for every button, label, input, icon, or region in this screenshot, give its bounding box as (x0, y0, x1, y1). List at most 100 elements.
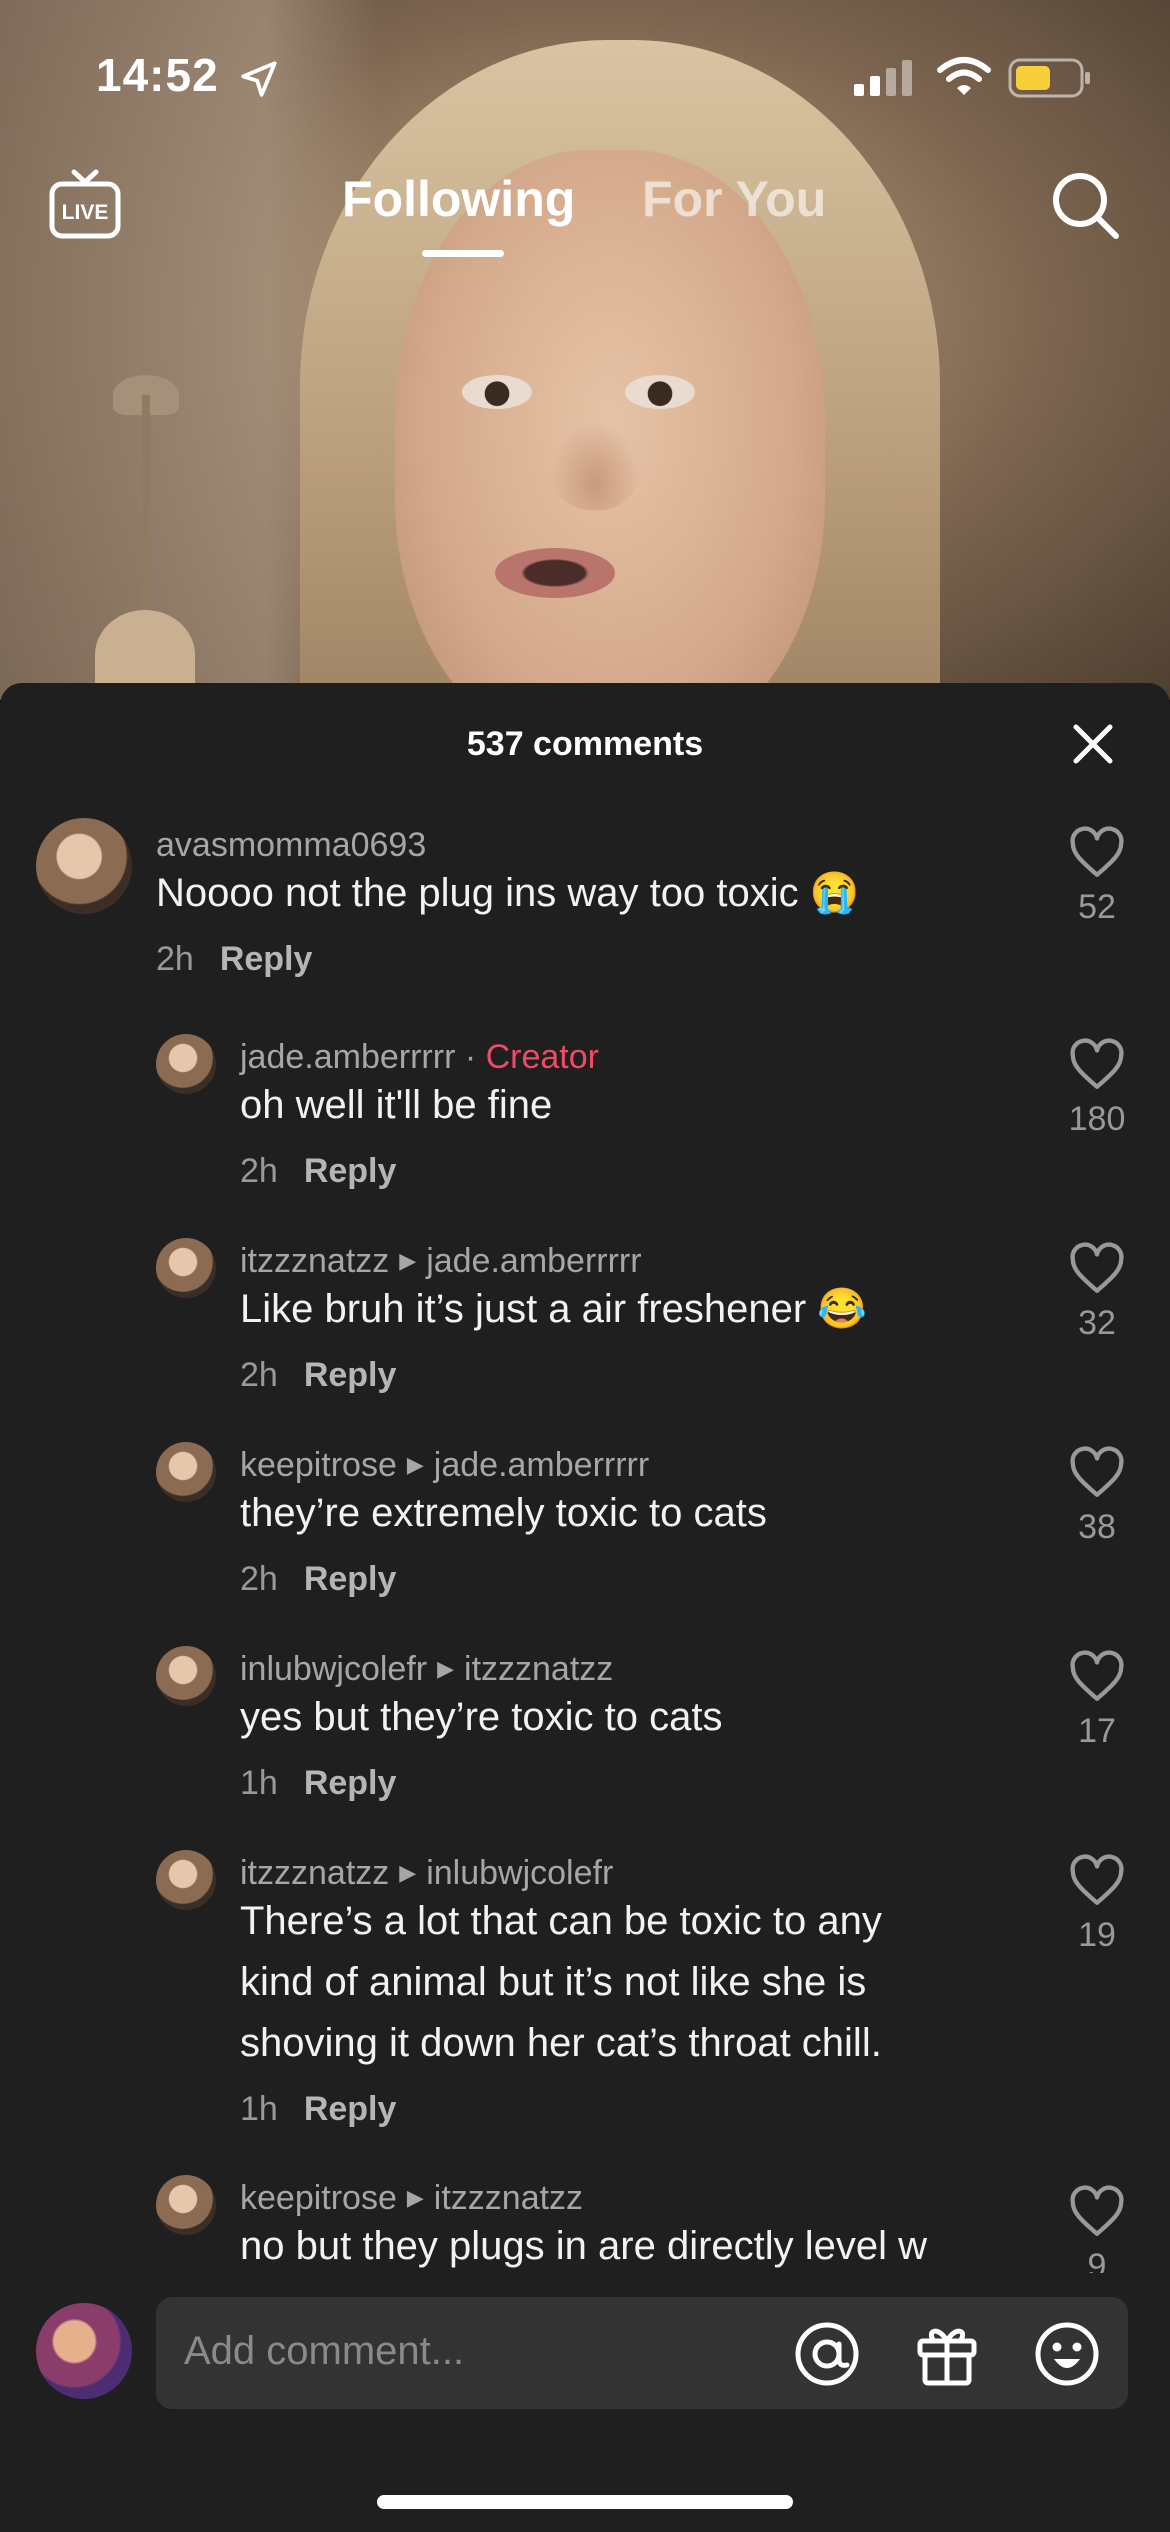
close-comments-button[interactable] (1070, 721, 1116, 772)
wifi-icon (937, 57, 991, 95)
battery-icon (1008, 58, 1090, 98)
comment-text: oh well it'll be fine (240, 1083, 553, 1127)
comment-username-line: itzzznatzz ▶ inlubwjcolefr (240, 1854, 613, 1893)
live-label: LIVE (62, 201, 109, 224)
gift-icon[interactable] (912, 2319, 982, 2389)
search-button[interactable] (1048, 168, 1122, 247)
like-count: 38 (1078, 1508, 1116, 1546)
reply-to-username[interactable]: itzzznatzz (434, 2179, 583, 2217)
reply-arrow-icon: ▶ (406, 2185, 424, 2210)
avatar[interactable] (156, 1850, 216, 1910)
reply-arrow-icon: ▶ (399, 1248, 417, 1273)
tab-following[interactable]: Following (342, 170, 575, 228)
search-icon (1053, 173, 1119, 239)
emoji-icon[interactable] (1032, 2319, 1102, 2389)
home-indicator[interactable] (377, 2495, 793, 2509)
comment-time: 2h (240, 1560, 278, 1598)
live-tv-icon: LIVE (49, 169, 121, 239)
heart-icon[interactable] (1068, 2185, 1126, 2239)
avatar[interactable] (156, 1442, 216, 1502)
comment-username-line: keepitrose ▶ jade.amberrrrr (240, 1446, 649, 1485)
comment-text-line: kind of animal but it’s not like she is (240, 1960, 867, 2004)
comment-username-line: keepitrose ▶ itzzznatzz (240, 2179, 583, 2218)
heart-icon[interactable] (1068, 1038, 1126, 1092)
reply-button[interactable]: Reply (220, 940, 313, 978)
reply-arrow-icon: ▶ (437, 1656, 455, 1681)
avatar[interactable] (156, 1646, 216, 1706)
like-count: 180 (1068, 1100, 1126, 1138)
reply-button[interactable]: Reply (304, 1152, 397, 1190)
live-button[interactable]: LIVE (48, 168, 122, 247)
avatar[interactable] (36, 818, 132, 914)
comment-text: no but they plugs in are directly level … (240, 2224, 928, 2268)
comment-username[interactable]: avasmomma0693 (156, 826, 426, 865)
comment-time: 2h (156, 940, 194, 978)
separator: · (455, 1038, 486, 1076)
location-arrow-icon (241, 61, 277, 97)
status-time: 14:52 (96, 49, 219, 101)
reply-to-username[interactable]: jade.amberrrrr (434, 1446, 649, 1484)
video-lamp-stem (142, 395, 150, 640)
reply-button[interactable]: Reply (304, 1764, 397, 1802)
avatar[interactable] (156, 1238, 216, 1298)
like-count: 32 (1078, 1304, 1116, 1342)
comment-username[interactable]: keepitrose (240, 1446, 397, 1484)
comment-time: 2h (240, 1356, 278, 1394)
creator-badge: Creator (485, 1038, 599, 1076)
heart-icon[interactable] (1068, 1242, 1126, 1296)
like-count: 17 (1078, 1712, 1116, 1750)
reply-button[interactable]: Reply (304, 2090, 397, 2128)
video-eye-right (625, 375, 695, 409)
video-nose (550, 420, 640, 510)
comment-meta: 2h Reply (156, 940, 312, 979)
comment-text: Like bruh it’s just a air freshener 😂 (240, 1287, 868, 1331)
like-count: 9 (1087, 2247, 1107, 2273)
comment-username[interactable]: itzzznatzz (240, 1242, 389, 1280)
reply-to-username[interactable]: jade.amberrrrr (426, 1242, 641, 1280)
comment-time: 2h (240, 1152, 278, 1190)
comment-username[interactable]: jade.amberrrrr (240, 1038, 455, 1076)
comment-username[interactable]: itzzznatzz (240, 1854, 389, 1892)
avatar[interactable] (156, 1034, 216, 1094)
video-eye-left (462, 375, 532, 409)
reply-to-username[interactable]: itzzznatzz (464, 1650, 613, 1688)
comment-meta: 2h Reply (240, 1560, 396, 1599)
reply-button[interactable]: Reply (304, 1356, 397, 1394)
comment-composer: Add comment... (0, 2273, 1170, 2532)
add-comment-placeholder: Add comment... (184, 2329, 465, 2373)
reply-button[interactable]: Reply (304, 1560, 397, 1598)
status-bar: 14:52 (0, 0, 1170, 140)
avatar[interactable] (156, 2175, 216, 2235)
add-comment-input[interactable]: Add comment... (156, 2297, 1128, 2409)
comment-meta: 2h Reply (240, 1152, 396, 1191)
comment-text: Noooo not the plug ins way too toxic 😭 (156, 871, 860, 915)
reply-arrow-icon: ▶ (399, 1860, 417, 1885)
comment-time: 1h (240, 2090, 278, 2128)
comment-text-line: shoving it down her cat’s throat chill. (240, 2021, 882, 2065)
heart-icon[interactable] (1068, 1650, 1126, 1704)
comment-text: There’s a lot that can be toxic to any k… (240, 1891, 882, 2074)
comment-username-line: jade.amberrrrr · Creator (240, 1038, 599, 1077)
comment-username[interactable]: inlubwjcolefr (240, 1650, 427, 1688)
mention-icon[interactable] (792, 2319, 862, 2389)
comment-meta: 1h Reply (240, 1764, 396, 1803)
like-count: 19 (1078, 1916, 1116, 1954)
close-icon (1073, 724, 1113, 764)
my-avatar[interactable] (36, 2303, 132, 2399)
heart-icon[interactable] (1068, 1446, 1126, 1500)
comment-time: 1h (240, 1764, 278, 1802)
like-count: 52 (1078, 888, 1116, 926)
comments-sheet: 537 comments avasmomma0693 Noooo not the… (0, 683, 1170, 2273)
heart-icon[interactable] (1068, 1854, 1126, 1908)
comment-text: yes but they’re toxic to cats (240, 1695, 723, 1739)
comment-meta: 1h Reply (240, 2090, 396, 2129)
tab-for-you[interactable]: For You (642, 170, 826, 228)
reply-to-username[interactable]: inlubwjcolefr (426, 1854, 613, 1892)
comment-text-line: There’s a lot that can be toxic to any (240, 1899, 882, 1943)
comment-text: they’re extremely toxic to cats (240, 1491, 767, 1535)
comment-username[interactable]: keepitrose (240, 2179, 397, 2217)
comment-username-line: inlubwjcolefr ▶ itzzznatzz (240, 1650, 613, 1689)
comment-username-line: itzzznatzz ▶ jade.amberrrrr (240, 1242, 642, 1281)
comments-count-title: 537 comments (466, 725, 704, 763)
heart-icon[interactable] (1068, 826, 1126, 880)
